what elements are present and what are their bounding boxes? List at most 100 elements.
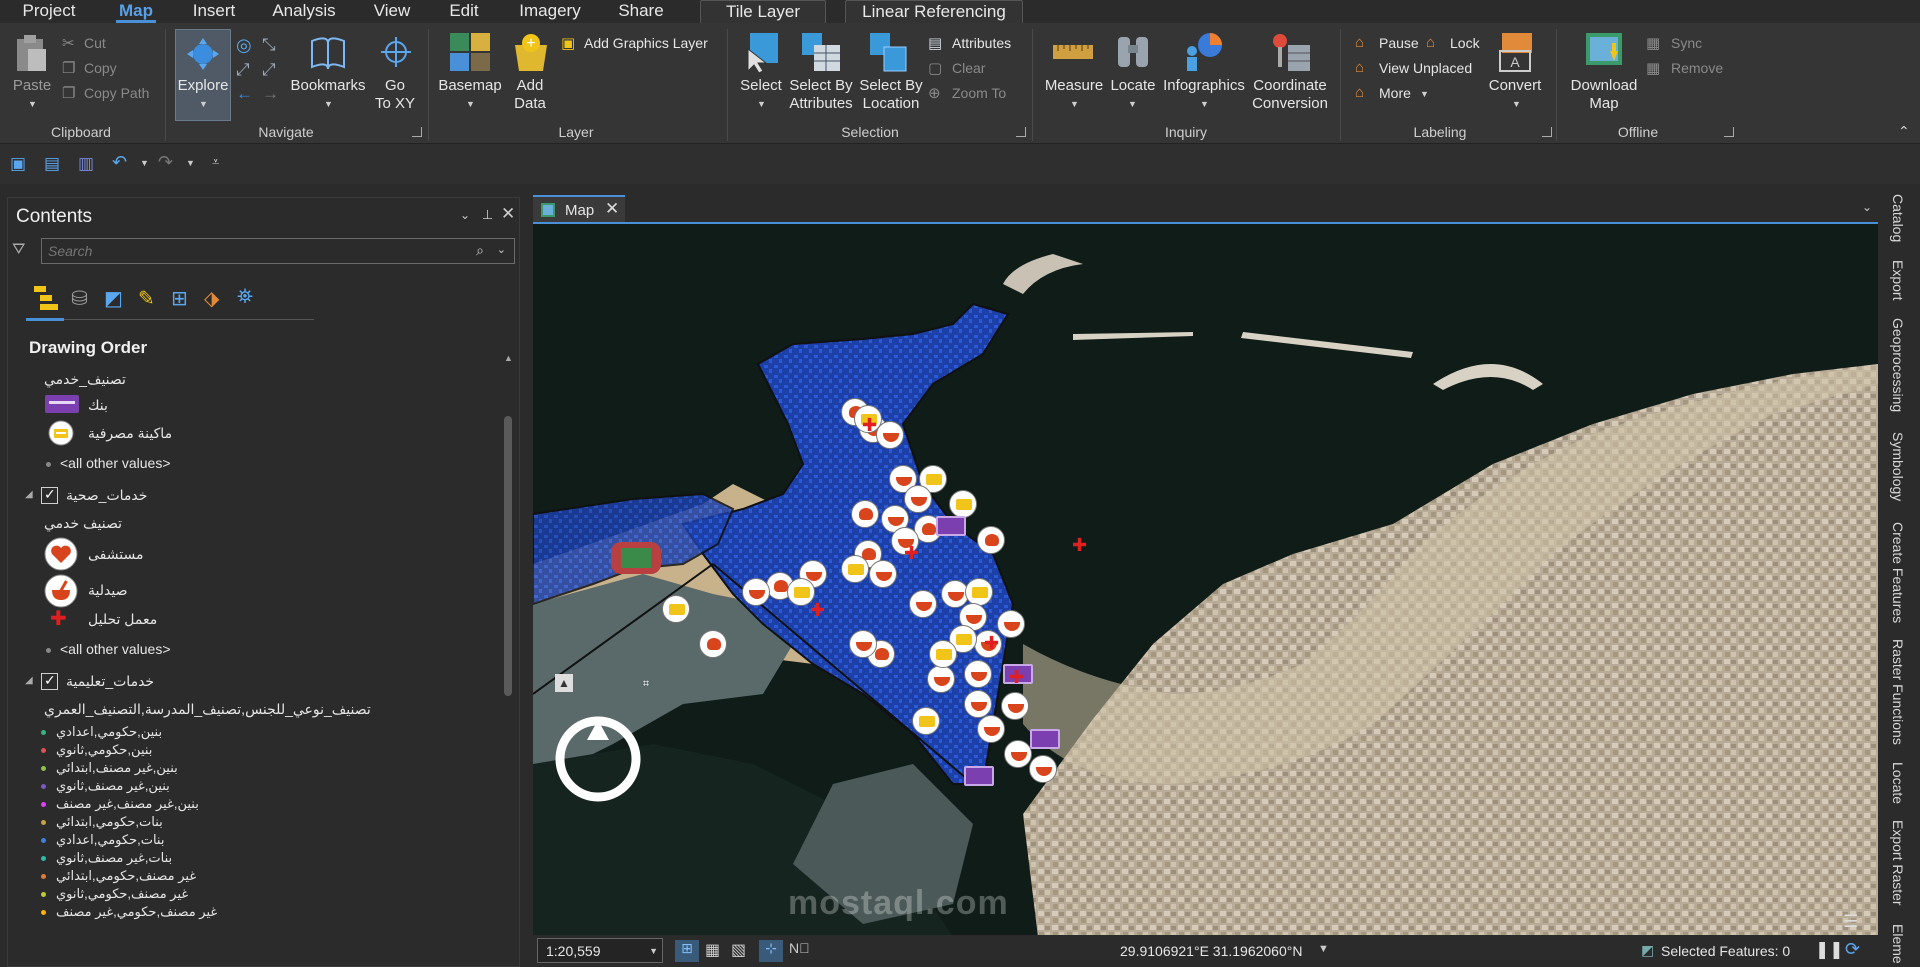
close-icon[interactable]: ✕ [501, 204, 515, 224]
layer-name-education-services[interactable]: خدمات_تعليمية [66, 673, 154, 690]
view-unplaced-button[interactable]: View Unplaced [1379, 60, 1472, 76]
tab-edit[interactable]: Edit [449, 0, 479, 23]
pane-tab-symbology[interactable]: Symbology [1890, 432, 1906, 501]
bookmarks-dropdown-icon[interactable]: ▼ [324, 99, 333, 109]
filter-icon[interactable]: ⛛ [12, 241, 25, 259]
select-by-attributes-button[interactable]: Select By Attributes [788, 77, 854, 113]
measure-button[interactable]: Measure [1042, 77, 1106, 95]
more-dropdown-icon[interactable]: ▼ [1420, 89, 1429, 99]
copy-button[interactable]: Copy [84, 60, 117, 76]
infographics-dropdown-icon[interactable]: ▼ [1200, 99, 1209, 109]
grid-toggle-icon[interactable]: ▦ [705, 940, 720, 960]
attributes-button[interactable]: Attributes [952, 35, 1011, 51]
select-button[interactable]: Select [736, 77, 786, 95]
tab-map[interactable]: Map [116, 0, 156, 23]
undo-icon[interactable]: ↶ [112, 152, 127, 173]
select-dropdown-icon[interactable]: ▼ [757, 99, 766, 109]
coordinate-format-dropdown-icon[interactable]: ▼ [1318, 943, 1329, 955]
snapping-icon[interactable]: ⊹ [759, 940, 783, 962]
zoom-to-selection-icon[interactable]: ⤢ [262, 60, 276, 80]
pane-tab-export-raster[interactable]: Export Raster [1890, 820, 1906, 906]
tab-view[interactable]: View [372, 0, 412, 23]
display-options-icon[interactable]: ▧ [731, 940, 746, 960]
list-by-drawing-order-icon[interactable] [32, 284, 62, 317]
pane-tab-raster-functions[interactable]: Raster Functions [1890, 639, 1906, 745]
basemap-button[interactable]: Basemap [436, 77, 504, 95]
pause-drawing-icon[interactable]: ❚❚ [1815, 940, 1844, 960]
convert-button[interactable]: Convert [1484, 77, 1546, 95]
lock-button[interactable]: Lock [1450, 35, 1480, 51]
undo-dropdown-icon[interactable]: ▼ [140, 158, 149, 168]
expand-navigator-icon[interactable]: ▲ [555, 674, 573, 692]
collapse-ribbon-icon[interactable]: ⌃ [1898, 123, 1910, 140]
map-menu-icon[interactable]: ☰ [1843, 912, 1858, 932]
add-graphics-layer-button[interactable]: Add Graphics Layer [584, 35, 708, 51]
measure-dropdown-icon[interactable]: ▼ [1070, 99, 1079, 109]
collapse-arrow-icon[interactable]: ◢ [25, 675, 33, 686]
pane-tab-geoprocessing[interactable]: Geoprocessing [1890, 318, 1906, 412]
new-project-icon[interactable]: ▣ [10, 154, 26, 174]
pane-tab-element[interactable]: Eleme [1890, 924, 1906, 964]
close-map-tab-icon[interactable]: ✕ [605, 199, 619, 219]
fixed-zoom-in-icon[interactable]: ⤡ [262, 35, 276, 55]
scale-selector[interactable]: 1:20,559 ▼ [537, 938, 663, 963]
select-by-location-button[interactable]: Select By Location [858, 77, 924, 113]
redo-icon[interactable]: ↷ [158, 152, 173, 173]
labeling-launcher-icon[interactable] [1542, 127, 1552, 137]
rotation-icon[interactable]: N⃝ [789, 940, 810, 956]
offline-launcher-icon[interactable] [1724, 127, 1734, 137]
scroll-up-icon[interactable]: ▲ [504, 353, 513, 363]
save-project-icon[interactable]: ▥ [78, 154, 94, 174]
list-by-labeling-icon[interactable]: ⬗ [204, 286, 219, 311]
infographics-button[interactable]: Infographics [1160, 77, 1248, 95]
coordinate-conversion-button[interactable]: Coordinate Conversion [1248, 77, 1332, 113]
bookmarks-button[interactable]: Bookmarks [290, 77, 366, 95]
remove-button[interactable]: Remove [1671, 60, 1723, 76]
go-to-xy-button[interactable]: Go To XY [372, 77, 418, 113]
pane-tab-locate[interactable]: Locate [1890, 762, 1906, 804]
next-extent-icon[interactable]: → [262, 84, 279, 104]
tab-analysis[interactable]: Analysis [272, 0, 336, 23]
open-project-icon[interactable]: ▤ [44, 154, 60, 174]
paste-button[interactable]: Paste [12, 77, 52, 95]
copy-path-button[interactable]: Copy Path [84, 85, 149, 101]
sync-button[interactable]: Sync [1671, 35, 1702, 51]
tab-project[interactable]: Project [20, 0, 78, 23]
tab-imagery[interactable]: Imagery [518, 0, 582, 23]
map-canvas[interactable]: ✚ ✚ ✚ ✚ ✚ ✚ ▲ ⌗ mostaql.com ☰ [533, 222, 1878, 935]
list-by-data-source-icon[interactable]: ⛁ [71, 286, 88, 311]
more-button[interactable]: More [1379, 85, 1411, 101]
pin-icon[interactable]: ⊥ [482, 207, 493, 223]
search-icon[interactable]: ⌕ [476, 242, 484, 259]
layer-name-health-services[interactable]: خدمات_صحية [66, 487, 147, 504]
previous-extent-icon[interactable]: ← [236, 84, 253, 104]
navigate-launcher-icon[interactable] [412, 127, 422, 137]
full-extent-icon[interactable]: ◎ [236, 35, 252, 56]
clear-button[interactable]: Clear [952, 60, 985, 76]
zoom-to-button[interactable]: Zoom To [952, 85, 1006, 101]
basemap-dropdown-icon[interactable]: ▼ [466, 99, 475, 109]
paste-dropdown-icon[interactable]: ▼ [28, 99, 37, 109]
search-input[interactable] [42, 239, 462, 263]
cut-button[interactable]: Cut [84, 35, 106, 51]
contents-scroll-thumb[interactable] [504, 416, 512, 696]
fixed-zoom-out-icon[interactable]: ⤢ [236, 60, 250, 80]
map-view-tab[interactable]: Map ✕ [533, 195, 625, 222]
pane-tab-catalog[interactable]: Catalog [1890, 194, 1906, 242]
north-arrow-navigator-icon[interactable] [553, 714, 643, 809]
pane-tab-export[interactable]: Export [1890, 260, 1906, 300]
list-by-snapping-icon[interactable]: ⊞ [171, 286, 188, 311]
redo-dropdown-icon[interactable]: ▼ [186, 158, 195, 168]
layer-visibility-checkbox-education[interactable] [41, 672, 58, 690]
map-imagery[interactable] [533, 224, 1878, 935]
tab-tile-layer[interactable]: Tile Layer [700, 0, 826, 23]
add-data-button[interactable]: Add Data [506, 77, 554, 113]
pause-button[interactable]: Pause [1379, 35, 1419, 51]
list-by-selection-icon[interactable]: ◩ [104, 286, 123, 311]
explore-button[interactable]: Explore [175, 77, 231, 95]
constrain-extent-icon[interactable]: ⊞ [675, 940, 699, 962]
list-by-perspective-icon[interactable]: ⛯ [237, 286, 253, 309]
convert-dropdown-icon[interactable]: ▼ [1512, 99, 1521, 109]
explore-dropdown-icon[interactable]: ▼ [199, 99, 208, 109]
selected-features-count[interactable]: Selected Features: 0 [1661, 943, 1790, 959]
